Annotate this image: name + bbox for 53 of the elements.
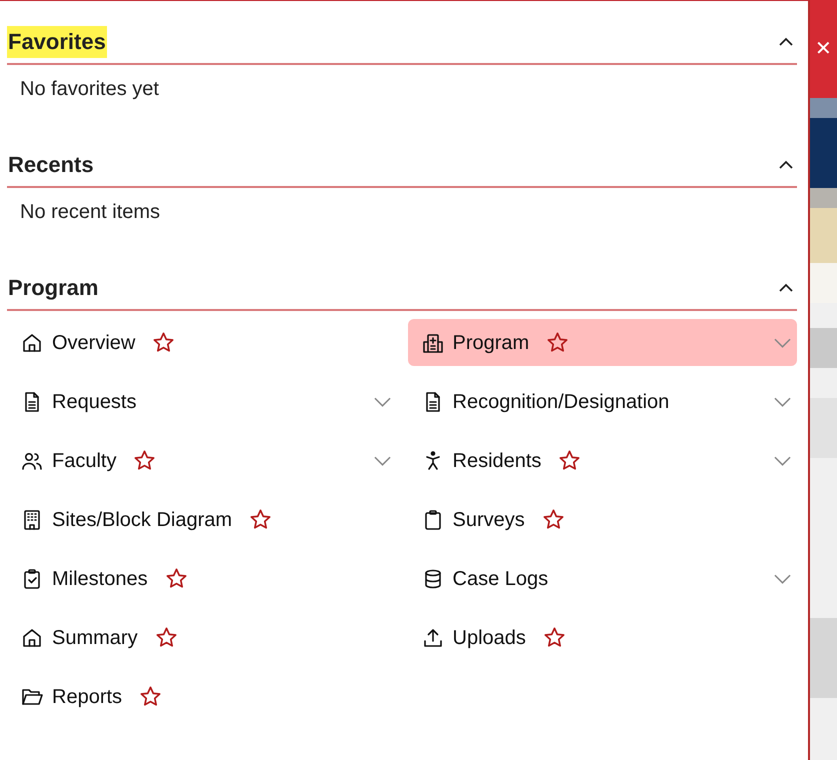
nav-item[interactable]: Overview <box>7 319 396 366</box>
nav-item[interactable]: Uploads <box>408 614 797 661</box>
chevron-down-icon[interactable] <box>374 396 390 406</box>
nav-item[interactable]: Case Logs <box>408 555 797 602</box>
home-icon <box>21 626 43 648</box>
nav-item[interactable]: Recognition/Designation <box>408 378 797 425</box>
section-title: Recents <box>7 151 95 179</box>
section-title: Favorites <box>7 26 107 58</box>
nav-item[interactable]: Surveys <box>408 496 797 543</box>
nav-label: Faculty <box>52 448 116 474</box>
star-icon[interactable] <box>154 626 178 649</box>
star-icon[interactable] <box>164 567 188 590</box>
nav-item[interactable]: Requests <box>7 378 396 425</box>
nav-label: Reports <box>52 684 122 710</box>
nav-label: Summary <box>52 626 138 650</box>
nav-label: Recognition/Designation <box>452 390 670 414</box>
nav-item[interactable]: Residents <box>408 437 797 484</box>
building-icon <box>21 508 43 530</box>
nav-item[interactable]: Reports <box>7 673 396 720</box>
star-icon[interactable] <box>152 331 176 354</box>
nav-label: Surveys <box>452 508 525 532</box>
nav-label: Residents <box>452 448 542 474</box>
star-icon[interactable] <box>542 508 565 531</box>
nav-label: Case Logs <box>452 566 548 592</box>
nav-label: Uploads <box>452 626 526 650</box>
chevron-down-icon[interactable] <box>374 456 390 466</box>
nav-label: Requests <box>52 390 136 414</box>
nav-item[interactable]: Faculty <box>7 437 396 484</box>
nav-item[interactable]: Program <box>408 319 797 366</box>
clipboard-check-icon <box>21 568 43 590</box>
section-title: Program <box>7 274 100 302</box>
home-icon <box>21 332 43 354</box>
chevron-down-icon[interactable] <box>774 574 791 584</box>
nav-item[interactable]: Milestones <box>7 555 396 602</box>
star-icon[interactable] <box>139 685 162 708</box>
star-icon[interactable] <box>558 449 582 472</box>
close-button[interactable]: ✕ <box>810 0 837 98</box>
nav-label: Sites/Block Diagram <box>52 508 232 532</box>
nav-label: Program <box>452 330 530 356</box>
empty-message: No favorites yet <box>19 77 160 101</box>
chevron-down-icon[interactable] <box>774 396 791 406</box>
upload-icon <box>422 626 444 648</box>
nav-item[interactable]: Sites/Block Diagram <box>7 496 396 543</box>
star-icon[interactable] <box>133 449 156 472</box>
nav-item[interactable]: Summary <box>7 614 396 661</box>
star-icon[interactable] <box>249 508 272 531</box>
nav-label: Overview <box>52 330 136 356</box>
medical-building-icon <box>422 332 444 354</box>
star-icon[interactable] <box>542 626 566 649</box>
empty-message: No recent items <box>19 200 162 224</box>
star-icon[interactable] <box>546 331 570 354</box>
chevron-down-icon[interactable] <box>774 456 791 466</box>
nav-label: Milestones <box>52 566 148 592</box>
